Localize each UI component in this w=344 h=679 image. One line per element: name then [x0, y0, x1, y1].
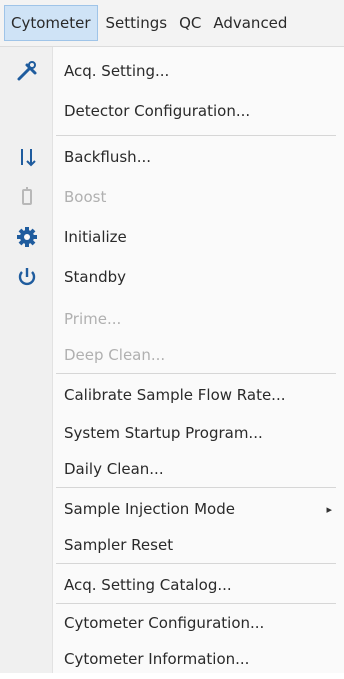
cytometer-menu-screen: Cytometer Settings QC Advanced Acq. Sett… [0, 0, 344, 673]
menu-item-label: Detector Configuration... [64, 102, 251, 120]
menu-item-label: Backflush... [64, 148, 151, 166]
menu-item-label: Standby [64, 268, 127, 286]
menu-item-detector-configuration[interactable]: Detector Configuration... [0, 91, 344, 131]
menu-item-label: Boost [64, 188, 107, 206]
menu-item-standby[interactable]: Standby [0, 257, 344, 297]
menu-item-cytometer-information[interactable]: Cytometer Information... [0, 639, 344, 679]
menu-separator [56, 135, 336, 136]
backflush-icon [14, 144, 40, 170]
menu-item-label: Initialize [64, 228, 127, 246]
submenu-arrow-icon: ▸ [326, 502, 332, 516]
menu-item-deep-clean[interactable]: Deep Clean... [0, 335, 344, 375]
wrench-tools-icon [14, 58, 40, 84]
menu-item-label: Cytometer Configuration... [64, 614, 265, 632]
menu-separator [56, 563, 336, 564]
menu-item-acq-setting[interactable]: Acq. Setting... [0, 51, 344, 91]
menu-item-acq-setting-catalog[interactable]: Acq. Setting Catalog... [0, 565, 344, 605]
menu-item-label: Daily Clean... [64, 460, 164, 478]
power-icon [14, 264, 40, 290]
menu-item-label: Cytometer Information... [64, 650, 250, 668]
menu-item-label: Sampler Reset [64, 536, 174, 554]
menu-item-label: System Startup Program... [64, 424, 263, 442]
menu-settings[interactable]: Settings [100, 0, 174, 46]
menu-separator [56, 487, 336, 488]
menu-item-calibrate-sample-flow-rate[interactable]: Calibrate Sample Flow Rate... [0, 375, 344, 415]
menu-item-label: Deep Clean... [64, 346, 166, 364]
cytometer-dropdown-menu: Acq. Setting... Detector Configuration..… [0, 47, 344, 673]
menu-item-label: Acq. Setting... [64, 62, 170, 80]
menu-qc[interactable]: QC [173, 0, 207, 46]
menu-item-initialize[interactable]: Initialize [0, 217, 344, 257]
menu-item-sample-injection-mode[interactable]: Sample Injection Mode ▸ [0, 489, 344, 529]
menu-item-cytometer-configuration[interactable]: Cytometer Configuration... [0, 603, 344, 643]
menu-item-boost[interactable]: Boost [0, 177, 344, 217]
menu-separator [56, 373, 336, 374]
menu-item-system-startup-program[interactable]: System Startup Program... [0, 413, 344, 453]
menu-item-label: Acq. Setting Catalog... [64, 576, 232, 594]
gear-icon [14, 224, 40, 250]
menu-item-label: Calibrate Sample Flow Rate... [64, 386, 286, 404]
menu-item-daily-clean[interactable]: Daily Clean... [0, 449, 344, 489]
boost-icon [14, 184, 40, 210]
menu-item-backflush[interactable]: Backflush... [0, 137, 344, 177]
menu-item-prime[interactable]: Prime... [0, 299, 344, 339]
menu-item-label: Sample Injection Mode [64, 500, 235, 518]
menu-advanced[interactable]: Advanced [207, 0, 293, 46]
menu-cytometer[interactable]: Cytometer [4, 5, 98, 41]
menu-bar: Cytometer Settings QC Advanced [0, 0, 344, 47]
menu-item-label: Prime... [64, 310, 122, 328]
menu-item-sampler-reset[interactable]: Sampler Reset [0, 525, 344, 565]
